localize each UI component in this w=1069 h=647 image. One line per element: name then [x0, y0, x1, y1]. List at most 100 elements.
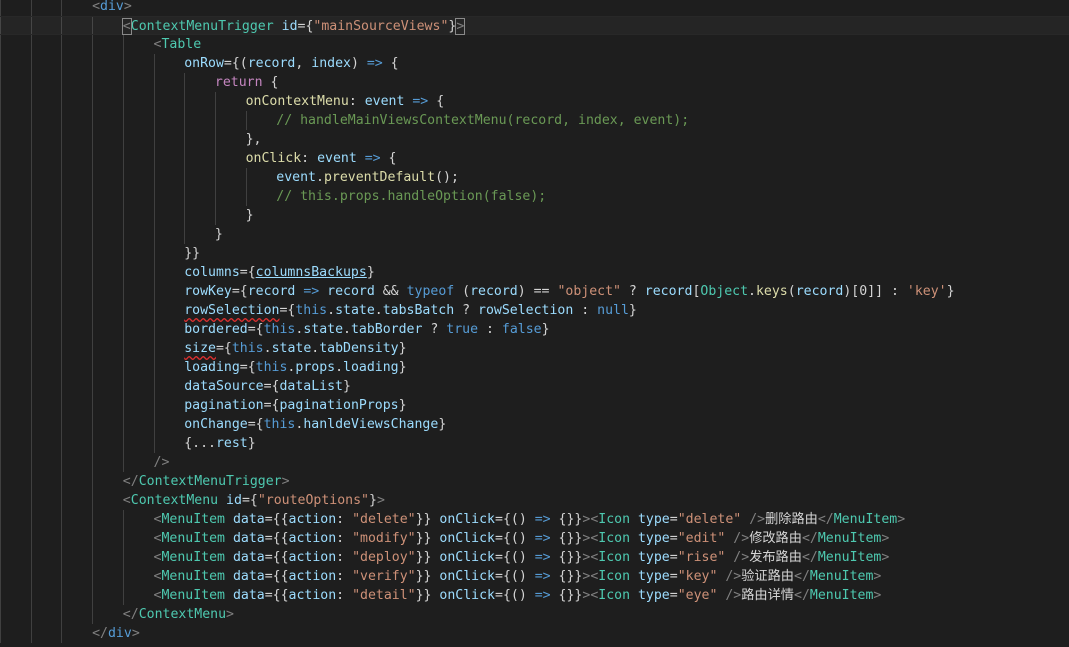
code-line[interactable]: onChange={this.hanldeViewsChange} [0, 415, 1069, 434]
code-line[interactable]: /> [0, 453, 1069, 472]
code-token: this [263, 417, 296, 432]
code-token: }} [415, 550, 440, 565]
code-line[interactable]: <Table [0, 35, 1069, 54]
code-line[interactable]: <MenuItem data={{action: "verify"}} onCl… [0, 567, 1069, 586]
code-line[interactable]: <MenuItem data={{action: "delete"}} onCl… [0, 510, 1069, 529]
code-token: = [669, 569, 678, 584]
code-token: > [131, 626, 140, 641]
code-token: record [470, 284, 518, 299]
code-token: => [303, 284, 320, 299]
code-token: /> [725, 588, 742, 603]
code-editor[interactable]: <div> <ContextMenuTrigger id={"mainSource… [0, 0, 1069, 647]
code-line[interactable]: <ContextMenu id={"routeOptions"}> [0, 491, 1069, 510]
code-token: onClick [439, 550, 495, 565]
code-line[interactable]: </div> [0, 624, 1069, 643]
code-token: onChange [184, 417, 248, 432]
code-token: }} [184, 246, 201, 261]
code-line[interactable]: size={this.state.tabDensity} [0, 339, 1069, 358]
code-token: ={{ [264, 531, 289, 546]
code-token: </ [92, 626, 108, 641]
code-line[interactable]: event.preventDefault(); [0, 168, 1069, 187]
code-token: type [637, 550, 670, 565]
code-token: onContextMenu [245, 94, 349, 109]
code-line[interactable]: <MenuItem data={{action: "modify"}} onCl… [0, 529, 1069, 548]
code-line[interactable]: <MenuItem data={{action: "deploy"}} onCl… [0, 548, 1069, 567]
code-token: ( [454, 284, 471, 299]
code-token: MenuItem [161, 588, 225, 603]
code-line[interactable]: // handleMainViewsContextMenu(record, in… [0, 111, 1069, 130]
code-token: // this.props.handleOption(false); [276, 189, 547, 204]
code-token: true [446, 322, 479, 337]
code-line[interactable]: return { [0, 73, 1069, 92]
code-token: ={() [495, 512, 535, 527]
code-token: paginationProps [279, 398, 399, 413]
code-token: return [214, 75, 263, 90]
code-token: = [669, 588, 678, 603]
code-line[interactable]: onContextMenu: event => { [0, 92, 1069, 111]
code-line[interactable]: // this.props.handleOption(false); [0, 187, 1069, 206]
code-token: > [123, 0, 132, 14]
code-token: } [343, 379, 351, 394]
code-line[interactable]: rowKey={record => record && typeof (reco… [0, 282, 1069, 301]
code-line[interactable]: onRow={(record, index) => { [0, 54, 1069, 73]
code-token: 路由详情 [741, 588, 794, 603]
code-token: action [288, 512, 337, 527]
code-token: ContextMenuTrigger [130, 19, 274, 34]
code-line[interactable]: onClick: event => { [0, 149, 1069, 168]
code-token: => [534, 588, 551, 603]
code-token: ={ [231, 284, 248, 299]
code-token: type [637, 569, 670, 584]
code-token: state [303, 322, 344, 337]
code-line[interactable]: <div> [0, 0, 1069, 16]
code-token: && [374, 284, 407, 299]
code-line[interactable]: pagination={paginationProps} [0, 396, 1069, 415]
code-token: record [795, 284, 844, 299]
code-line[interactable]: loading={this.props.loading} [0, 358, 1069, 377]
code-line[interactable]: rowSelection={this.state.tabsBatch ? row… [0, 301, 1069, 320]
code-token: } [438, 417, 447, 432]
code-token: Icon [598, 531, 631, 546]
code-token: > [881, 550, 890, 565]
code-token: ) == [517, 284, 558, 299]
code-token: ={ [215, 341, 232, 356]
code-line[interactable]: }} [0, 244, 1069, 263]
code-line[interactable]: </ContextMenu> [0, 605, 1069, 624]
code-token: . [263, 341, 272, 356]
code-line[interactable]: bordered={this.state.tabBorder ? true : … [0, 320, 1069, 339]
code-token: onClick [245, 151, 302, 166]
code-token: action [288, 588, 337, 603]
code-token: tabBorder [350, 322, 423, 337]
code-token: action [288, 569, 337, 584]
code-token: event [364, 94, 405, 109]
code-line[interactable]: dataSource={dataList} [0, 377, 1069, 396]
code-token: onClick [439, 512, 495, 527]
code-line[interactable]: <MenuItem data={{action: "detail"}} onCl… [0, 586, 1069, 605]
code-token: data [232, 569, 265, 584]
code-token: . [335, 360, 344, 375]
code-line[interactable]: }, [0, 130, 1069, 149]
code-line[interactable]: </ContextMenuTrigger> [0, 472, 1069, 491]
code-line[interactable]: {...rest} [0, 434, 1069, 453]
code-token: "delete" [352, 512, 416, 527]
code-line[interactable]: } [0, 225, 1069, 244]
code-token: state [335, 303, 375, 318]
code-token: preventDefault [323, 170, 436, 185]
code-token: } [245, 208, 254, 223]
code-line[interactable]: } [0, 206, 1069, 225]
code-token: < [122, 493, 131, 508]
code-token: this [263, 322, 296, 337]
code-line[interactable]: <ContextMenuTrigger id={"mainSourceViews… [0, 16, 1069, 35]
code-token: "verify" [352, 569, 416, 584]
code-line[interactable]: columns={columnsBackups} [0, 263, 1069, 282]
code-token: Object [700, 284, 749, 299]
code-token: ={{ [264, 512, 289, 527]
code-token: ContextMenu [138, 607, 227, 622]
code-token: id [226, 493, 242, 508]
code-token: => [412, 94, 429, 109]
